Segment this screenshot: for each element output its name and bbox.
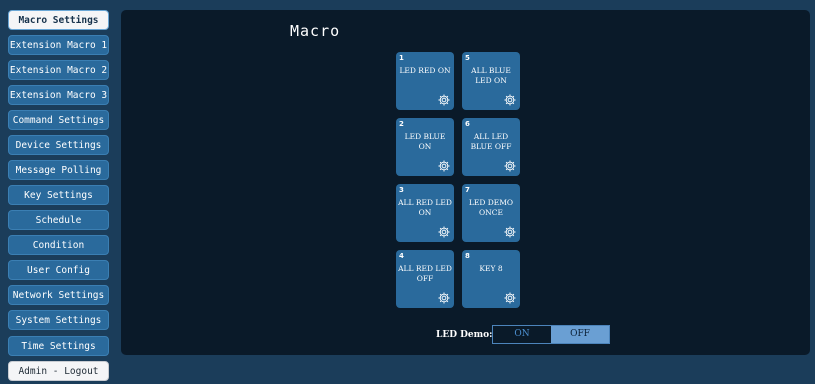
- led-demo-on-option[interactable]: ON: [493, 326, 551, 343]
- macro-number: 6: [465, 120, 470, 128]
- led-demo-off-option[interactable]: OFF: [551, 326, 609, 343]
- gear-icon[interactable]: [503, 291, 517, 305]
- macro-tile-8[interactable]: 8 KEY 8: [462, 250, 520, 308]
- sidebar-item-key-settings[interactable]: Key Settings: [8, 185, 109, 205]
- sidebar-item-condition[interactable]: Condition: [8, 235, 109, 255]
- macro-tile-3[interactable]: 3 ALL RED LED ON: [396, 184, 454, 242]
- macro-number: 3: [399, 186, 404, 194]
- macro-number: 8: [465, 252, 470, 260]
- logout-button[interactable]: Admin - Logout: [8, 361, 109, 381]
- sidebar-item-time-settings[interactable]: Time Settings: [8, 336, 109, 356]
- sidebar-item-device-settings[interactable]: Device Settings: [8, 135, 109, 155]
- macro-label: LED BLUE ON: [404, 132, 446, 151]
- macro-tile-6[interactable]: 6 ALL LED BLUE OFF: [462, 118, 520, 176]
- macro-number: 4: [399, 252, 404, 260]
- gear-icon[interactable]: [437, 225, 451, 239]
- sidebar-item-extension-macro-3[interactable]: Extension Macro 3: [8, 85, 109, 105]
- gear-icon[interactable]: [437, 93, 451, 107]
- sidebar-item-system-settings[interactable]: System Settings: [8, 310, 109, 330]
- gear-icon[interactable]: [437, 159, 451, 173]
- gear-icon[interactable]: [503, 93, 517, 107]
- macro-tile-5[interactable]: 5 ALL BLUE LED ON: [462, 52, 520, 110]
- sidebar-nav: Macro Settings Extension Macro 1 Extensi…: [0, 0, 118, 384]
- sidebar-item-command-settings[interactable]: Command Settings: [8, 110, 109, 130]
- macro-number: 7: [465, 186, 470, 194]
- macro-label: ALL LED BLUE OFF: [470, 132, 512, 151]
- gear-icon[interactable]: [503, 225, 517, 239]
- macro-tile-4[interactable]: 4 ALL RED LED OFF: [396, 250, 454, 308]
- sidebar-item-network-settings[interactable]: Network Settings: [8, 285, 109, 305]
- page-title: Macro: [290, 22, 341, 40]
- macro-label: ALL BLUE LED ON: [471, 66, 511, 85]
- led-demo-label: LED Demo:: [436, 330, 493, 340]
- gear-icon[interactable]: [503, 159, 517, 173]
- sidebar-item-extension-macro-1[interactable]: Extension Macro 1: [8, 35, 109, 55]
- macro-tile-7[interactable]: 7 LED DEMO ONCE: [462, 184, 520, 242]
- sidebar-item-macro-settings[interactable]: Macro Settings: [8, 10, 109, 30]
- sidebar-item-extension-macro-2[interactable]: Extension Macro 2: [8, 60, 109, 80]
- macro-label: ALL RED LED ON: [398, 198, 452, 217]
- macro-tile-2[interactable]: 2 LED BLUE ON: [396, 118, 454, 176]
- sidebar-item-user-config[interactable]: User Config: [8, 260, 109, 280]
- gear-icon[interactable]: [437, 291, 451, 305]
- led-demo-toggle[interactable]: ON OFF: [492, 325, 610, 344]
- macro-label: ALL RED LED OFF: [398, 264, 452, 283]
- macro-label: LED DEMO ONCE: [468, 198, 514, 217]
- macro-number: 1: [399, 54, 404, 62]
- macro-number: 5: [465, 54, 470, 62]
- macro-label: KEY 8: [479, 264, 503, 273]
- sidebar-item-schedule[interactable]: Schedule: [8, 210, 109, 230]
- sidebar-item-message-polling[interactable]: Message Polling: [8, 160, 109, 180]
- macro-label: LED RED ON: [399, 66, 451, 75]
- macro-tile-1[interactable]: 1 LED RED ON: [396, 52, 454, 110]
- macro-number: 2: [399, 120, 404, 128]
